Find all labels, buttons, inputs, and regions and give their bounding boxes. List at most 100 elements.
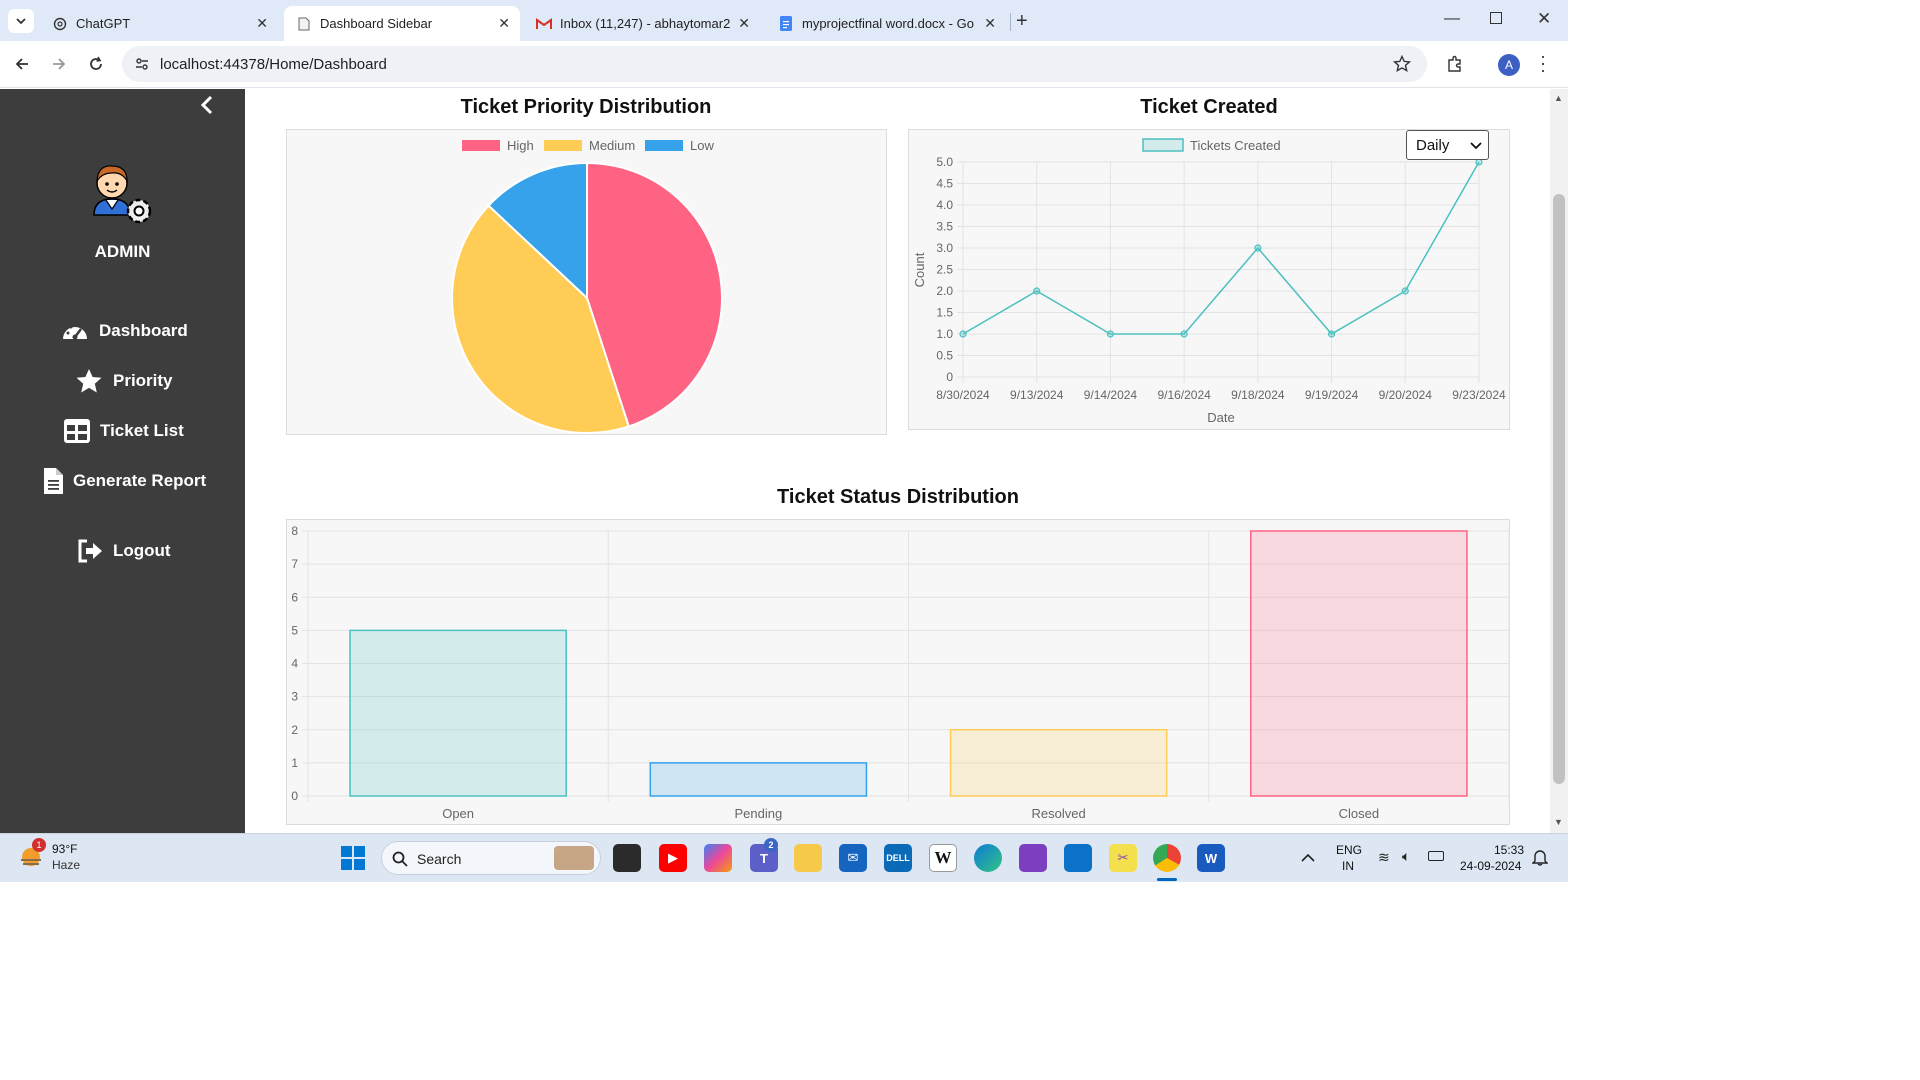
tab-label: myprojectfinal word.docx - Goo	[802, 16, 974, 31]
extensions-puzzle-icon[interactable]	[1446, 55, 1464, 78]
logout-icon	[78, 539, 102, 563]
show-hidden-icons-chevron-up-icon[interactable]	[1301, 850, 1315, 868]
url-text[interactable]: localhost:44378/Home/Dashboard	[160, 56, 387, 73]
youtube-icon[interactable]: ▶	[659, 844, 687, 872]
y-tick-label: 6	[291, 590, 298, 604]
browser-toolbar: localhost:44378/Home/Dashboard A · · ·	[0, 41, 1568, 88]
forward-button[interactable]	[47, 52, 71, 76]
window-close-icon[interactable]: ✕	[1537, 9, 1551, 29]
word-icon[interactable]: W	[1197, 844, 1225, 872]
status-bar-chart: 0 1 2 3 4 5 6 7 8 Open Pending Resolved Closed	[291, 524, 1510, 821]
sidebar-item-dashboard[interactable]: Dashboard	[61, 319, 188, 343]
battery-icon[interactable]	[1428, 851, 1444, 861]
table-icon	[64, 419, 90, 443]
sidebar-item-logout[interactable]: Logout	[77, 539, 171, 563]
mail-icon[interactable]: ✉	[839, 844, 867, 872]
tab-label: Inbox (11,247) - abhaytomar20	[560, 16, 730, 31]
site-info-icon[interactable]	[134, 56, 150, 77]
scroll-down-arrow-icon[interactable]: ▼	[1554, 817, 1563, 827]
sidebar-item-ticket-list[interactable]: Ticket List	[64, 419, 184, 443]
admin-avatar-icon	[84, 159, 158, 234]
tickets-created-line-chart: Tickets Created 0 0.5 1.0 1.5 2.0 2.5 3.0 3.5 4.0…	[912, 138, 1506, 425]
language-in[interactable]: IN	[1342, 859, 1354, 873]
sidebar: ADMIN Dashboard Priority Ticket List Gen…	[0, 89, 245, 833]
sidebar-item-generate-report[interactable]: Generate Report	[44, 468, 206, 494]
windows-start-icon[interactable]	[341, 846, 365, 875]
browser-menu-icon[interactable]: · · ·	[1540, 47, 1546, 79]
notification-bell-icon[interactable]	[1531, 848, 1549, 871]
status-chart-panel: 0 1 2 3 4 5 6 7 8 Open Pending Resolved Closed	[286, 519, 1510, 825]
copilot-icon[interactable]	[704, 844, 732, 872]
scroll-up-arrow-icon[interactable]: ▲	[1554, 93, 1563, 103]
remote-desktop-icon[interactable]	[1064, 844, 1092, 872]
scrollbar-thumb[interactable]	[1553, 194, 1565, 784]
x-tick-label: Resolved	[1032, 806, 1086, 821]
browser-tab-bar: ChatGPT ✕ Dashboard Sidebar ✕ Inbox (11,…	[0, 0, 1568, 41]
y-tick-label: 3.0	[936, 241, 953, 255]
close-icon[interactable]: ✕	[498, 15, 510, 32]
collapse-sidebar-chevron-left-icon[interactable]	[199, 95, 215, 120]
legend-swatch-tickets-created	[1142, 138, 1184, 152]
profile-avatar[interactable]: A	[1498, 54, 1520, 76]
close-icon[interactable]: ✕	[256, 15, 268, 32]
weather-temp: 93°F	[52, 842, 78, 856]
clock-date[interactable]: 24-09-2024	[1460, 859, 1521, 873]
dashboard-gauge-icon	[63, 324, 87, 340]
taskbar-search-box[interactable]: Search	[381, 841, 601, 875]
language-eng[interactable]: ENG	[1336, 843, 1362, 857]
page-scrollbar[interactable]: ▲ ▼	[1550, 89, 1568, 833]
volume-icon[interactable]: 🔈︎	[1402, 848, 1410, 865]
x-tick-label: Pending	[735, 806, 783, 821]
address-bar[interactable]: localhost:44378/Home/Dashboard	[122, 46, 1427, 82]
sidebar-item-priority[interactable]: Priority	[75, 368, 173, 394]
tab-chatgpt[interactable]: ChatGPT ✕	[40, 6, 278, 41]
wikipedia-icon[interactable]: W	[929, 844, 957, 872]
minimize-icon[interactable]: —	[1444, 10, 1460, 28]
edge-icon[interactable]	[974, 844, 1002, 872]
weather-desc: Haze	[52, 858, 81, 872]
task-view-icon[interactable]	[613, 844, 641, 872]
restore-icon[interactable]	[1490, 12, 1502, 24]
close-icon[interactable]: ✕	[738, 15, 750, 32]
teams-icon[interactable]: T 2	[750, 838, 778, 872]
file-explorer-icon[interactable]	[794, 844, 822, 872]
wifi-icon[interactable]: ≋	[1378, 849, 1390, 866]
tab-gmail-inbox[interactable]: Inbox (11,247) - abhaytomar20 ✕	[524, 6, 760, 41]
clock-time[interactable]: 15:33	[1494, 843, 1524, 857]
google-docs-icon	[778, 16, 794, 32]
reload-button[interactable]	[84, 52, 108, 76]
close-icon[interactable]: ✕	[984, 15, 996, 32]
y-tick-label: 4.0	[936, 198, 953, 212]
visual-studio-icon[interactable]	[1019, 844, 1047, 872]
created-chart-title: Ticket Created	[1140, 96, 1278, 118]
weather-badge: 1	[32, 838, 46, 852]
sidebar-item-label: Logout	[113, 541, 171, 560]
x-tick-label: 9/20/2024	[1379, 388, 1433, 402]
back-button[interactable]	[10, 52, 34, 76]
snipping-tool-icon[interactable]: ✂	[1109, 844, 1137, 872]
sidebar-item-label: Dashboard	[99, 321, 188, 340]
x-axis-title: Date	[1207, 410, 1234, 425]
y-axis-title: Count	[912, 252, 927, 287]
bookmark-star-icon[interactable]	[1392, 54, 1412, 78]
priority-chart-title: Ticket Priority Distribution	[460, 96, 712, 118]
period-select[interactable]: Daily	[1406, 130, 1489, 160]
y-tick-label: 0	[946, 370, 953, 384]
tab-google-docs[interactable]: myprojectfinal word.docx - Goo ✕	[766, 6, 1006, 41]
priority-chart-panel: High Medium Low	[286, 129, 887, 435]
y-tick-label: 3	[291, 690, 298, 704]
y-tick-label: 1	[291, 756, 298, 770]
sidebar-item-label: Generate Report	[73, 471, 207, 490]
legend-swatch-medium	[544, 140, 582, 151]
weather-widget-icon[interactable]: 1	[18, 838, 46, 870]
tab-search-button[interactable]	[8, 9, 34, 33]
dell-icon[interactable]: DELL	[884, 844, 912, 872]
legend-label-tickets-created: Tickets Created	[1190, 138, 1281, 153]
new-tab-plus-icon[interactable]: +	[1016, 10, 1028, 33]
chrome-icon[interactable]	[1153, 844, 1181, 872]
priority-pie-chart: High Medium Low	[451, 138, 723, 434]
y-tick-label: 2	[291, 723, 298, 737]
tab-dashboard-sidebar[interactable]: Dashboard Sidebar ✕	[284, 6, 520, 41]
y-tick-label: 2.0	[936, 284, 953, 298]
admin-username: ADMIN	[94, 242, 151, 261]
